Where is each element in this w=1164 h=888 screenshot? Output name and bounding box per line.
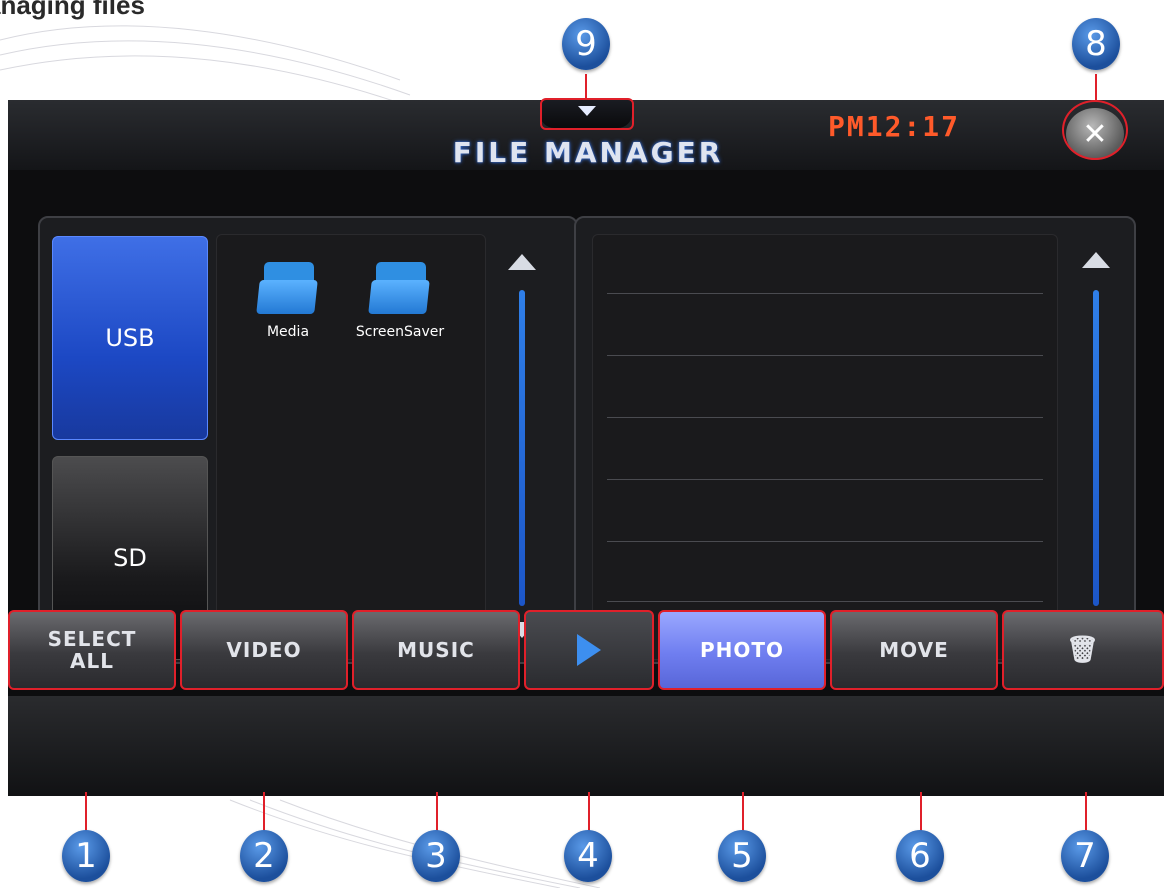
callout-7: 7	[1061, 830, 1109, 882]
device-usb-button[interactable]: USB	[52, 236, 208, 440]
callout-3: 3	[412, 830, 460, 882]
play-button[interactable]	[524, 610, 654, 690]
select-all-button[interactable]: SELECT ALL	[8, 610, 176, 690]
callout-9: 9	[562, 18, 610, 70]
list-divider	[607, 601, 1043, 602]
trash-icon: 🗑	[1065, 635, 1100, 665]
list-divider	[607, 417, 1043, 418]
leader-8	[1095, 74, 1097, 102]
folder-screensaver[interactable]	[368, 262, 430, 318]
list-scrollbar-track[interactable]	[1093, 290, 1099, 606]
file-manager-screen: FILE MANAGER PM12:17 ✕ USB SD Media Scre…	[8, 100, 1164, 796]
callout-5: 5	[718, 830, 766, 882]
bottom-toolbar	[8, 696, 1164, 796]
photo-button[interactable]: PHOTO	[658, 610, 826, 690]
folder-grid	[216, 234, 486, 660]
highlight-close	[1062, 100, 1128, 160]
list-divider	[607, 479, 1043, 480]
screen-title: FILE MANAGER	[452, 136, 724, 169]
folder-label-media: Media	[266, 324, 310, 340]
list-scroll-up-button[interactable]	[1082, 252, 1110, 268]
move-button[interactable]: MOVE	[830, 610, 998, 690]
clock: PM12:17	[828, 110, 961, 143]
play-icon	[577, 634, 601, 666]
leader-9	[585, 74, 587, 100]
delete-button[interactable]: 🗑	[1002, 610, 1164, 690]
callout-1: 1	[62, 830, 110, 882]
scrollbar-track[interactable]	[519, 290, 525, 606]
folder-label-screensaver: ScreenSaver	[355, 324, 445, 340]
list-divider	[607, 541, 1043, 542]
list-divider	[607, 293, 1043, 294]
list-divider	[607, 355, 1043, 356]
video-button[interactable]: VIDEO	[180, 610, 348, 690]
scroll-up-button[interactable]	[508, 254, 536, 270]
file-list	[592, 234, 1058, 660]
highlight-menu-toggle	[540, 98, 634, 130]
callout-2: 2	[240, 830, 288, 882]
callout-4: 4	[564, 830, 612, 882]
callout-6: 6	[896, 830, 944, 882]
music-button[interactable]: MUSIC	[352, 610, 520, 690]
document-heading: anaging files	[0, 0, 145, 20]
callout-8: 8	[1072, 18, 1120, 70]
folder-media[interactable]	[256, 262, 318, 318]
